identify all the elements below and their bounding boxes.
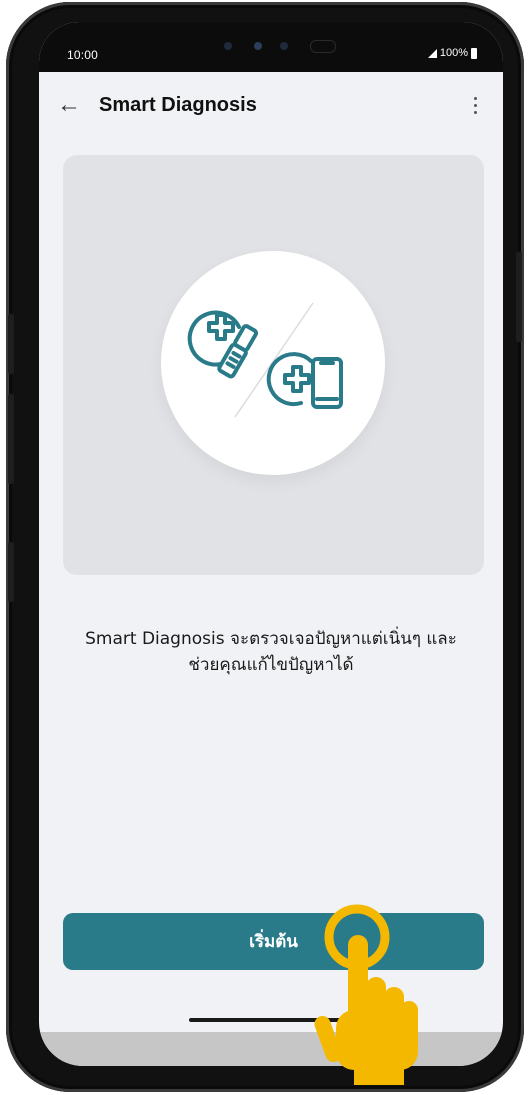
back-arrow-icon[interactable]: ← (57, 93, 81, 117)
tap-hand-icon (314, 904, 418, 1085)
volume-down-button (8, 394, 14, 484)
hero-card (63, 155, 484, 575)
description-line-1: Smart Diagnosis จะตรวจเจอปัญหาแต่เนิ่นๆ … (85, 629, 457, 649)
speaker-grille (310, 40, 336, 53)
front-camera (224, 36, 336, 56)
page-title: Smart Diagnosis (99, 94, 257, 116)
status-time: 10:00 (67, 48, 99, 62)
smart-diagnosis-icon (187, 302, 343, 418)
bottom-nav-area (39, 1032, 503, 1066)
hero-circle (161, 251, 385, 475)
battery-percent: 100% (439, 47, 468, 59)
status-right: 100% (427, 47, 477, 59)
sensor-icon (280, 42, 288, 50)
description-text: Smart Diagnosis จะตรวจเจอปัญหาแต่เนิ่นๆ … (59, 626, 483, 678)
signal-icon (427, 48, 437, 58)
assistant-button (8, 542, 14, 602)
app-header: ← Smart Diagnosis (39, 72, 503, 142)
phone-frame: 10:00 100% ← Smart Diagnosis Smart Diagn… (6, 2, 524, 1092)
sensor-icon (224, 42, 232, 50)
power-button (516, 252, 522, 342)
battery-icon (471, 47, 477, 59)
more-vertical-icon[interactable] (465, 90, 485, 120)
screen: 10:00 100% ← Smart Diagnosis Smart Diagn… (39, 22, 503, 1066)
volume-up-button (8, 314, 14, 374)
description-line-2: ช่วยคุณแก้ไขปัญหาได้ (188, 655, 354, 675)
status-bar: 10:00 100% (39, 22, 503, 72)
camera-lens-icon (254, 42, 262, 50)
